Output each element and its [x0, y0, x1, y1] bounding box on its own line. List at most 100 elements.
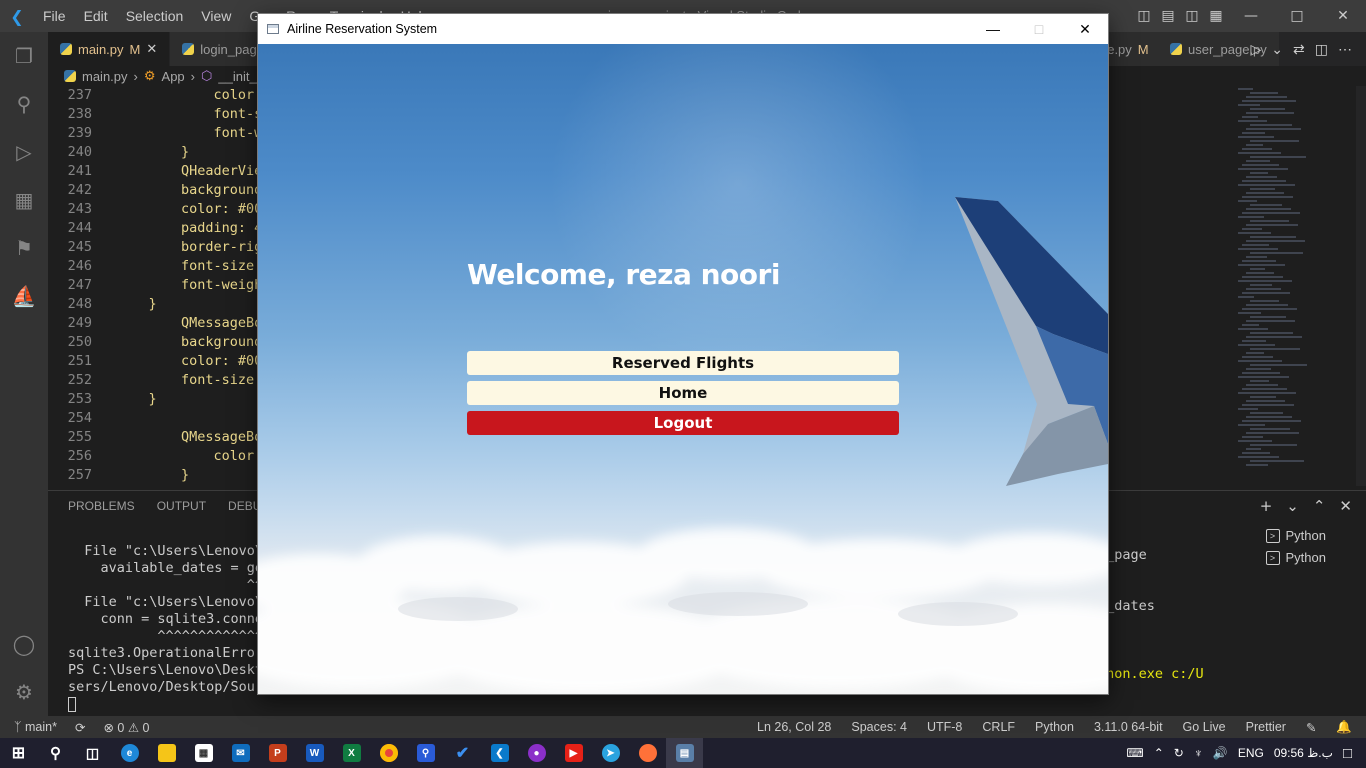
split-editor-icon[interactable]: ◫	[1315, 41, 1328, 58]
run-python-file-icon[interactable]: ▷	[1251, 41, 1262, 58]
prettier-status[interactable]: Prettier	[1246, 720, 1286, 734]
language-indicator[interactable]: ENG	[1238, 746, 1264, 760]
editor-scrollbar[interactable]	[1356, 86, 1366, 486]
action-center-icon[interactable]: □	[1343, 745, 1352, 762]
logout-button[interactable]: Logout	[467, 411, 899, 435]
excel-icon[interactable]: X	[333, 738, 370, 768]
search-icon[interactable]: ⚲	[0, 80, 48, 128]
run-debug-icon[interactable]: ▷	[0, 128, 48, 176]
accounts-icon[interactable]: ✎	[1306, 720, 1316, 735]
task-view-icon[interactable]: ◫	[74, 738, 111, 768]
docker-icon[interactable]: ⛵	[0, 272, 48, 320]
vscode-taskbar-icon[interactable]: ❮	[481, 738, 518, 768]
menu-selection[interactable]: Selection	[117, 0, 193, 32]
close-icon[interactable]: ✕	[1320, 0, 1366, 32]
firefox-icon[interactable]	[629, 738, 666, 768]
branch-status[interactable]: ᛉ main*	[14, 720, 57, 735]
minimap-line	[1242, 260, 1276, 262]
store-icon[interactable]: ▦	[185, 738, 222, 768]
close-tab-icon[interactable]: ✕	[146, 41, 157, 57]
minimize-icon[interactable]: —	[1228, 0, 1274, 32]
tray-chevron-up-icon[interactable]: ⌃	[1154, 746, 1164, 760]
powerpoint-icon[interactable]: P	[259, 738, 296, 768]
toggle-sidebar-icon[interactable]: ◫	[1132, 0, 1156, 32]
minimap-line	[1242, 452, 1270, 454]
explorer-icon[interactable]: ❐	[0, 32, 48, 80]
minimap-line	[1250, 252, 1303, 254]
file-explorer-icon[interactable]	[148, 738, 185, 768]
panel-tab-output[interactable]: OUTPUT	[157, 499, 206, 513]
chevron-down-icon[interactable]: ⌄	[1271, 41, 1283, 58]
more-actions-icon[interactable]: ⋯	[1338, 41, 1352, 58]
breadcrumb-class[interactable]: App	[162, 69, 185, 84]
word-icon[interactable]: W	[296, 738, 333, 768]
toggle-panel-icon[interactable]: ▤	[1156, 0, 1180, 32]
chevron-down-icon[interactable]: ⌄	[1286, 497, 1299, 515]
reserved-flights-button[interactable]: Reserved Flights	[467, 351, 899, 375]
app-titlebar[interactable]: Airline Reservation System — □ ✕	[258, 14, 1108, 44]
modified-badge: M	[1137, 41, 1149, 57]
python-window-icon[interactable]: ▤	[666, 738, 703, 768]
minimap-line	[1242, 132, 1265, 134]
account-icon[interactable]: ◯	[0, 620, 48, 668]
chrome-icon[interactable]	[370, 738, 407, 768]
edge-icon[interactable]: e	[111, 738, 148, 768]
settings-gear-icon[interactable]: ⚙	[0, 668, 48, 716]
problems-status[interactable]: ⊗ 0 ⚠ 0	[103, 720, 149, 735]
app-minimize-icon[interactable]: —	[970, 14, 1016, 44]
cursor-position[interactable]: Ln 26, Col 28	[757, 720, 831, 734]
python-interpreter[interactable]: 3.11.0 64-bit	[1094, 720, 1163, 734]
maximize-icon[interactable]: □	[1274, 0, 1320, 32]
minimap-line	[1238, 376, 1289, 378]
taskbar-search-icon[interactable]: ⚲	[37, 738, 74, 768]
mail-icon[interactable]: ✉	[222, 738, 259, 768]
todo-icon[interactable]: ✔	[444, 738, 481, 768]
sync-icon[interactable]: ⟳	[75, 720, 85, 735]
volume-icon[interactable]: 🔊	[1213, 746, 1228, 760]
new-terminal-icon[interactable]: +	[1260, 497, 1273, 515]
encoding[interactable]: UTF-8	[927, 720, 962, 734]
open-changes-icon[interactable]: ⇄	[1293, 41, 1305, 58]
terminal-list-item[interactable]: > Python	[1265, 547, 1326, 569]
indentation[interactable]: Spaces: 4	[851, 720, 907, 734]
keyboard-icon[interactable]: ⌨	[1126, 746, 1143, 760]
testing-icon[interactable]: ⚑	[0, 224, 48, 272]
close-panel-icon[interactable]: ✕	[1339, 497, 1352, 515]
minimap-line	[1250, 204, 1282, 206]
network-icon[interactable]: ↻	[1174, 746, 1184, 760]
clock[interactable]: 09:56 ب.ظ	[1274, 746, 1333, 760]
go-live-button[interactable]: Go Live	[1183, 720, 1226, 734]
panel-tab-problems[interactable]: PROBLEMS	[68, 499, 135, 513]
home-button[interactable]: Home	[467, 381, 899, 405]
wifi-icon[interactable]: ♆	[1194, 746, 1203, 760]
minimap[interactable]	[1228, 86, 1356, 486]
menu-view[interactable]: View	[192, 0, 240, 32]
breadcrumb-file[interactable]: main.py	[82, 69, 128, 84]
menu-file[interactable]: File	[34, 0, 75, 32]
minimap-line	[1250, 300, 1279, 302]
modified-badge: M	[129, 41, 141, 57]
search-app-icon[interactable]: ⚲	[407, 738, 444, 768]
minimap-line	[1250, 92, 1278, 94]
notifications-bell-icon[interactable]: 🔔	[1336, 720, 1352, 735]
minimap-line	[1238, 88, 1253, 90]
customize-layout-icon[interactable]: ▦	[1204, 0, 1228, 32]
terminal-list-item[interactable]: > Python	[1265, 525, 1326, 547]
python-file-icon	[60, 43, 72, 55]
minimap-line	[1250, 428, 1290, 430]
extensions-icon[interactable]: ▦	[0, 176, 48, 224]
youtube-icon[interactable]: ▶	[555, 738, 592, 768]
line-ending[interactable]: CRLF	[982, 720, 1015, 734]
language-mode[interactable]: Python	[1035, 720, 1074, 734]
tab-label: main.py	[78, 41, 124, 57]
windows-start-icon[interactable]: ⊞	[0, 738, 37, 768]
app-close-icon[interactable]: ✕	[1062, 14, 1108, 44]
telegram-icon[interactable]: ➤	[592, 738, 629, 768]
minimap-line	[1242, 196, 1293, 198]
maximize-panel-icon[interactable]: ⌃	[1313, 497, 1326, 515]
app-maximize-icon[interactable]: □	[1016, 14, 1062, 44]
toggle-secondary-sidebar-icon[interactable]: ◫	[1180, 0, 1204, 32]
menu-edit[interactable]: Edit	[75, 0, 117, 32]
tab-main-py[interactable]: main.py M ✕	[48, 32, 171, 66]
app-icon[interactable]: ●	[518, 738, 555, 768]
